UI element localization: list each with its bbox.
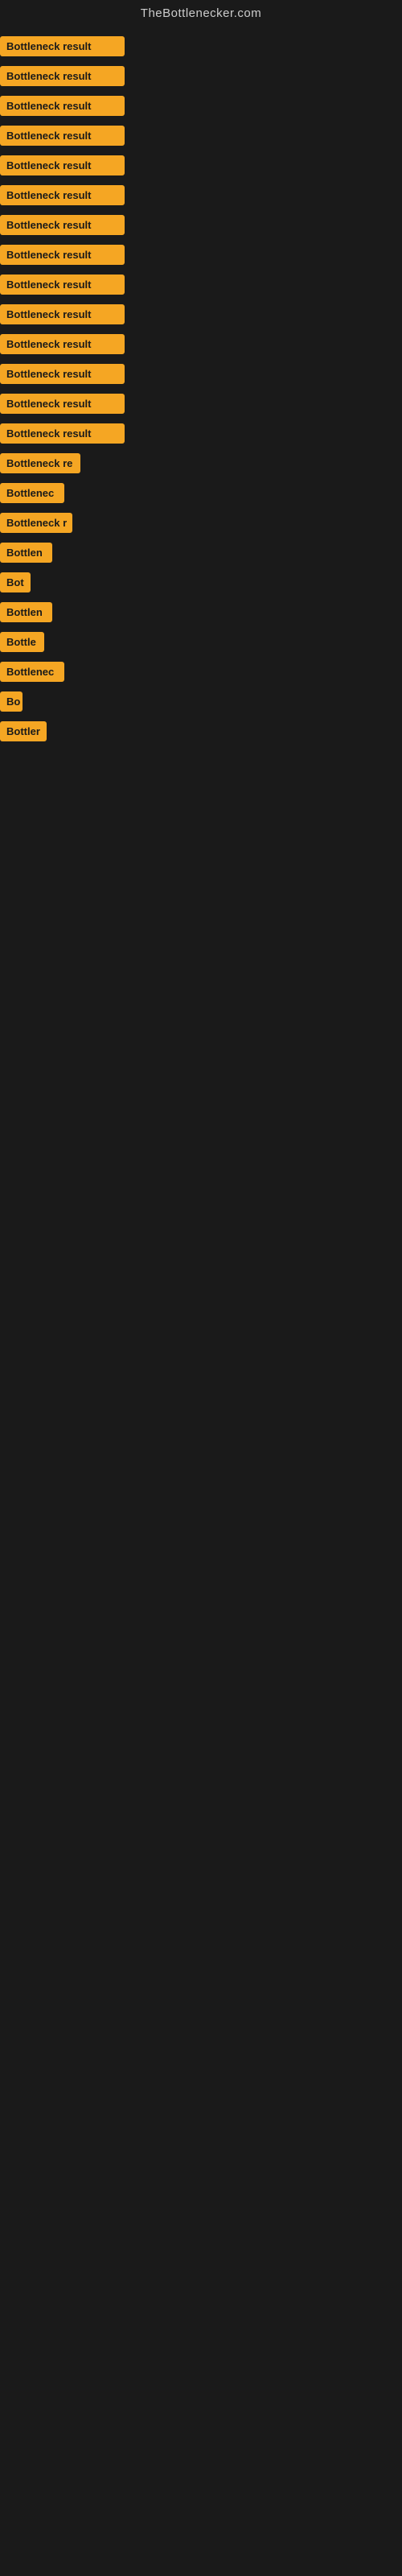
result-row: Bottleneck result (0, 389, 402, 419)
result-row: Bottleneck result (0, 299, 402, 329)
bottleneck-badge[interactable]: Bottleneck result (0, 66, 125, 86)
bottleneck-badge[interactable]: Bottleneck result (0, 394, 125, 414)
result-row: Bottleneck result (0, 151, 402, 180)
result-row: Bottleneck result (0, 61, 402, 91)
bottleneck-badge[interactable]: Bottlenec (0, 483, 64, 503)
result-row: Bottlenec (0, 478, 402, 508)
result-row: Bottleneck result (0, 121, 402, 151)
bottleneck-badge[interactable]: Bottleneck result (0, 126, 125, 146)
result-row: Bottlen (0, 597, 402, 627)
result-row: Bottle (0, 627, 402, 657)
result-row: Bottler (0, 716, 402, 746)
result-row: Bottleneck result (0, 31, 402, 61)
bottleneck-badge[interactable]: Bottleneck result (0, 215, 125, 235)
result-row: Bo (0, 687, 402, 716)
result-row: Bottleneck re (0, 448, 402, 478)
result-row: Bottleneck result (0, 91, 402, 121)
bottleneck-badge[interactable]: Bottler (0, 721, 47, 741)
result-row: Bottleneck result (0, 210, 402, 240)
result-row: Bottleneck result (0, 270, 402, 299)
bottleneck-badge[interactable]: Bottleneck result (0, 334, 125, 354)
bottleneck-badge[interactable]: Bo (0, 691, 23, 712)
bottleneck-badge[interactable]: Bottleneck result (0, 96, 125, 116)
bottleneck-badge[interactable]: Bottleneck re (0, 453, 80, 473)
result-row: Bottleneck result (0, 329, 402, 359)
bottleneck-badge[interactable]: Bottleneck result (0, 364, 125, 384)
result-row: Bottleneck result (0, 359, 402, 389)
bottleneck-badge[interactable]: Bottleneck result (0, 275, 125, 295)
bottleneck-badge[interactable]: Bottlen (0, 602, 52, 622)
result-row: Bottleneck r (0, 508, 402, 538)
bottleneck-badge[interactable]: Bottlen (0, 543, 52, 563)
bottleneck-badge[interactable]: Bottlenec (0, 662, 64, 682)
bottleneck-badge[interactable]: Bottleneck result (0, 423, 125, 444)
bottleneck-badge[interactable]: Bottleneck result (0, 155, 125, 175)
bottleneck-badge[interactable]: Bot (0, 572, 31, 592)
result-row: Bottleneck result (0, 419, 402, 448)
bottleneck-badge[interactable]: Bottle (0, 632, 44, 652)
bottleneck-badge[interactable]: Bottleneck r (0, 513, 72, 533)
bottleneck-badge[interactable]: Bottleneck result (0, 304, 125, 324)
result-row: Bot (0, 568, 402, 597)
bottleneck-badge[interactable]: Bottleneck result (0, 36, 125, 56)
result-row: Bottleneck result (0, 180, 402, 210)
result-row: Bottlenec (0, 657, 402, 687)
results-container: Bottleneck result Bottleneck result Bottle… (0, 23, 402, 754)
bottleneck-badge[interactable]: Bottleneck result (0, 245, 125, 265)
result-row: Bottleneck result (0, 240, 402, 270)
site-header: TheBottlenecker.com (0, 0, 402, 23)
bottleneck-badge[interactable]: Bottleneck result (0, 185, 125, 205)
result-row: Bottlen (0, 538, 402, 568)
